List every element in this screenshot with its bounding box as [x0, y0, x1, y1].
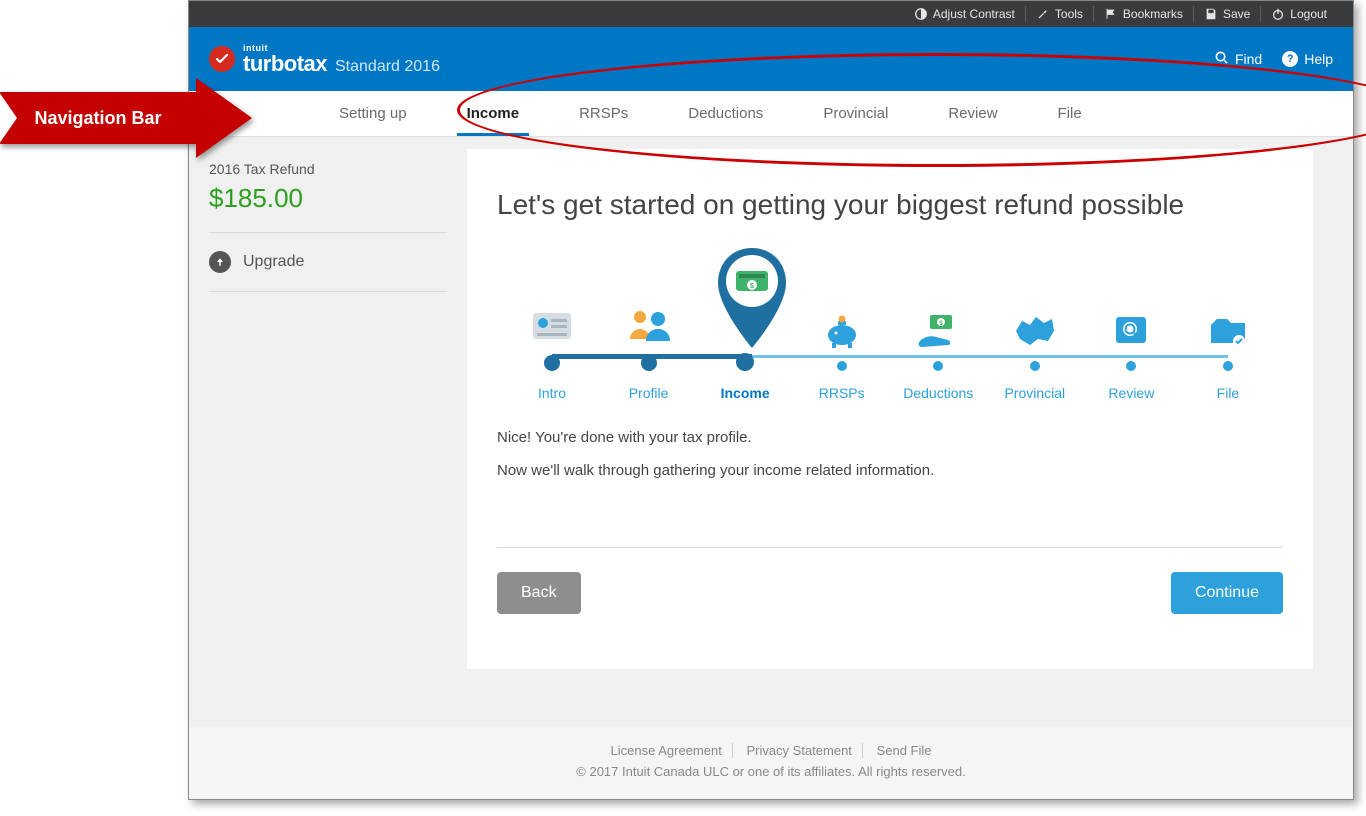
wrench-icon	[1036, 7, 1050, 21]
step-deductions[interactable]: $ Deductions	[893, 299, 983, 401]
back-button[interactable]: Back	[497, 572, 581, 614]
app-window: Adjust Contrast Tools Bookmarks Save Log…	[188, 0, 1354, 800]
current-step-pin: $	[712, 243, 792, 358]
brand-bar: intuit turbotaxStandard 2016 Find ? Help	[189, 27, 1353, 91]
brand-product-label: turbotax	[243, 51, 327, 76]
adjust-contrast-link[interactable]: Adjust Contrast	[904, 6, 1025, 22]
navigation-bar: Setting up Income RRSPs Deductions Provi…	[189, 91, 1353, 137]
canada-map-icon	[1012, 299, 1058, 349]
upgrade-link[interactable]: Upgrade	[209, 251, 447, 273]
profile-people-icon	[626, 293, 672, 343]
nav-review[interactable]: Review	[918, 91, 1027, 136]
intro-badge-icon	[531, 293, 573, 343]
card-line-1: Nice! You're done with your tax profile.	[497, 429, 1283, 446]
step-file[interactable]: File	[1183, 299, 1273, 401]
nav-rrsps[interactable]: RRSPs	[549, 91, 658, 136]
footer: License Agreement Privacy Statement Send…	[189, 727, 1353, 799]
search-icon	[1214, 50, 1229, 68]
save-icon	[1204, 7, 1218, 21]
hand-money-icon: $	[916, 299, 960, 349]
refund-amount: $185.00	[209, 183, 447, 214]
nav-provincial[interactable]: Provincial	[793, 91, 918, 136]
callout-navigation-bar-arrow: Navigation Bar	[0, 92, 260, 144]
main-card: Let's get started on getting your bigges…	[467, 149, 1313, 669]
card-divider	[497, 547, 1283, 548]
piggy-bank-icon	[822, 299, 862, 349]
help-icon: ?	[1282, 51, 1298, 67]
flag-icon	[1104, 7, 1118, 21]
turbotax-check-logo	[209, 46, 235, 72]
nav-deductions[interactable]: Deductions	[658, 91, 793, 136]
logout-link[interactable]: Logout	[1260, 6, 1337, 22]
step-review[interactable]: Review	[1086, 299, 1176, 401]
step-provincial[interactable]: Provincial	[990, 299, 1080, 401]
step-intro[interactable]: Intro	[507, 293, 597, 401]
callout-label: Navigation Bar	[0, 92, 196, 144]
svg-text:$: $	[750, 283, 754, 290]
card-heading: Let's get started on getting your bigges…	[497, 189, 1283, 221]
footer-copyright: © 2017 Intuit Canada ULC or one of its a…	[189, 764, 1353, 779]
sidebar-divider	[209, 291, 447, 292]
refund-label: 2016 Tax Refund	[209, 161, 447, 177]
nav-income[interactable]: Income	[437, 91, 550, 136]
magnifier-doc-icon	[1110, 299, 1152, 349]
nav-setting-up[interactable]: Setting up	[309, 91, 437, 136]
brand-edition-label: Standard 2016	[335, 58, 440, 75]
save-link[interactable]: Save	[1193, 6, 1260, 22]
footer-sendfile-link[interactable]: Send File	[867, 743, 942, 758]
brand-logo-block: intuit turbotaxStandard 2016	[209, 44, 440, 75]
help-link[interactable]: ? Help	[1282, 50, 1333, 68]
progress-steps: $ Intro P	[507, 261, 1273, 401]
sidebar: 2016 Tax Refund $185.00 Upgrade	[189, 137, 467, 727]
contrast-icon	[914, 7, 928, 21]
bookmarks-link[interactable]: Bookmarks	[1093, 6, 1193, 22]
footer-privacy-link[interactable]: Privacy Statement	[736, 743, 863, 758]
upgrade-arrow-icon	[209, 251, 231, 273]
power-icon	[1271, 7, 1285, 21]
step-profile[interactable]: Profile	[604, 293, 694, 401]
nav-file[interactable]: File	[1028, 91, 1112, 136]
sidebar-divider	[209, 232, 447, 233]
folder-check-icon	[1207, 299, 1249, 349]
continue-button[interactable]: Continue	[1171, 572, 1283, 614]
tools-link[interactable]: Tools	[1025, 6, 1093, 22]
card-line-2: Now we'll walk through gathering your in…	[497, 462, 1283, 479]
utility-bar: Adjust Contrast Tools Bookmarks Save Log…	[189, 1, 1353, 27]
step-rrsps[interactable]: RRSPs	[797, 299, 887, 401]
footer-license-link[interactable]: License Agreement	[601, 743, 733, 758]
find-link[interactable]: Find	[1214, 50, 1262, 68]
